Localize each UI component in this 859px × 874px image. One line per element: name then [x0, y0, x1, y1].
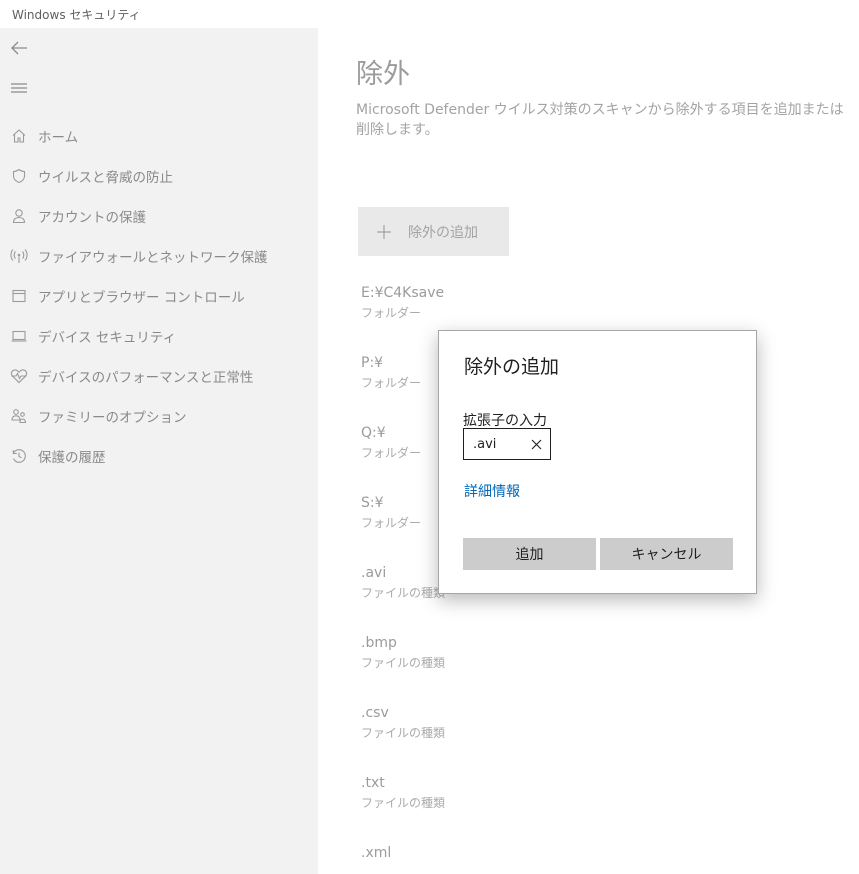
clear-input-button[interactable]	[529, 437, 543, 451]
title-bar: Windows セキュリティ	[0, 0, 859, 28]
exclusion-name: .txt	[361, 775, 385, 791]
exclusion-name: .avi	[361, 565, 387, 581]
window-title: Windows セキュリティ	[12, 8, 141, 22]
extension-input[interactable]	[473, 435, 527, 453]
exclusion-name: .bmp	[361, 635, 397, 651]
sidebar-item-label: ウイルスと脅威の防止	[38, 170, 173, 186]
exclusion-type: フォルダー	[361, 516, 422, 530]
sidebar-item-family-options[interactable]: ファミリーのオプション	[0, 398, 318, 434]
exclusion-type: フォルダー	[361, 376, 422, 390]
page-description: Microsoft Defender ウイルス対策のスキャンから除外する項目を追…	[356, 102, 844, 138]
family-icon	[0, 408, 38, 424]
exclusion-type: フォルダー	[361, 446, 422, 460]
sidebar: ホーム ウイルスと脅威の防止 アカウントの保護 ファイアウォールとネットワーク保…	[0, 28, 318, 874]
sidebar-item-app-browser-control[interactable]: アプリとブラウザー コントロール	[0, 278, 318, 314]
sidebar-item-label: ファイアウォールとネットワーク保護	[38, 250, 268, 266]
menu-button[interactable]	[6, 76, 32, 100]
shield-icon	[0, 168, 38, 184]
exclusion-item[interactable]: .xml	[361, 844, 391, 864]
exclusion-type: フォルダー	[361, 306, 422, 320]
sidebar-item-label: アカウントの保護	[38, 210, 146, 226]
history-icon	[0, 448, 38, 464]
exclusion-item[interactable]: Q:¥ フォルダー	[361, 424, 421, 462]
sidebar-item-device-security[interactable]: デバイス セキュリティ	[0, 318, 318, 354]
extension-field[interactable]	[463, 428, 551, 460]
exclusion-item[interactable]: S:¥ フォルダー	[361, 494, 421, 532]
home-icon	[0, 128, 38, 144]
exclusion-name: .csv	[361, 705, 389, 721]
antenna-icon	[0, 248, 38, 264]
learn-more-link[interactable]: 詳細情報	[464, 481, 520, 501]
sidebar-item-account-protection[interactable]: アカウントの保護	[0, 198, 318, 234]
exclusion-name: E:¥C4Ksave	[361, 285, 445, 301]
sidebar-item-device-performance[interactable]: デバイスのパフォーマンスと正常性	[0, 358, 318, 394]
exclusion-item[interactable]: P:¥ フォルダー	[361, 354, 421, 392]
sidebar-item-virus-protection[interactable]: ウイルスと脅威の防止	[0, 158, 318, 194]
page-title: 除外	[356, 59, 410, 90]
back-arrow-icon	[11, 41, 27, 55]
sidebar-item-protection-history[interactable]: 保護の履歴	[0, 438, 318, 474]
back-button[interactable]	[6, 36, 32, 60]
heartbeat-icon	[0, 368, 38, 384]
exclusion-item[interactable]: E:¥C4Ksave フォルダー	[361, 284, 444, 322]
exclusion-name: Q:¥	[361, 425, 386, 441]
extension-field-label: 拡張子の入力	[463, 413, 547, 429]
sidebar-item-label: 保護の履歴	[38, 450, 106, 466]
sidebar-item-label: ホーム	[38, 130, 79, 146]
app-window-icon	[0, 288, 38, 304]
add-button[interactable]: 追加	[463, 538, 596, 570]
exclusion-type: ファイルの種類	[361, 796, 446, 810]
sidebar-item-label: ファミリーのオプション	[38, 410, 187, 426]
exclusion-item[interactable]: .bmp ファイルの種類	[361, 634, 445, 672]
plus-icon	[376, 224, 392, 240]
exclusion-type: ファイルの種類	[361, 656, 446, 670]
exclusion-item[interactable]: .csv ファイルの種類	[361, 704, 445, 742]
sidebar-item-label: アプリとブラウザー コントロール	[38, 290, 245, 306]
person-icon	[0, 208, 38, 224]
dialog-title: 除外の追加	[464, 356, 560, 378]
sidebar-item-label: デバイス セキュリティ	[38, 330, 177, 346]
exclusion-item[interactable]: .avi ファイルの種類	[361, 564, 445, 602]
laptop-icon	[0, 328, 38, 344]
exclusion-item[interactable]: .txt ファイルの種類	[361, 774, 445, 812]
sidebar-item-label: デバイスのパフォーマンスと正常性	[38, 370, 254, 386]
hamburger-icon	[11, 83, 27, 93]
add-exclusion-label: 除外の追加	[408, 224, 478, 241]
close-icon	[531, 439, 541, 449]
sidebar-item-home[interactable]: ホーム	[0, 118, 318, 154]
app-window: Windows セキュリティ ホーム ウイルスと脅威の防止 アカウントの保護 フ…	[0, 0, 859, 874]
sidebar-item-firewall[interactable]: ファイアウォールとネットワーク保護	[0, 238, 318, 274]
exclusion-name: P:¥	[361, 355, 384, 371]
exclusion-name: S:¥	[361, 495, 384, 511]
cancel-button[interactable]: キャンセル	[600, 538, 733, 570]
exclusion-type: ファイルの種類	[361, 586, 446, 600]
exclusion-type: ファイルの種類	[361, 726, 446, 740]
exclusion-name: .xml	[361, 845, 392, 861]
add-exclusion-button[interactable]: 除外の追加	[358, 207, 509, 256]
add-exclusion-dialog: 除外の追加 拡張子の入力 詳細情報 追加 キャンセル	[438, 330, 757, 594]
